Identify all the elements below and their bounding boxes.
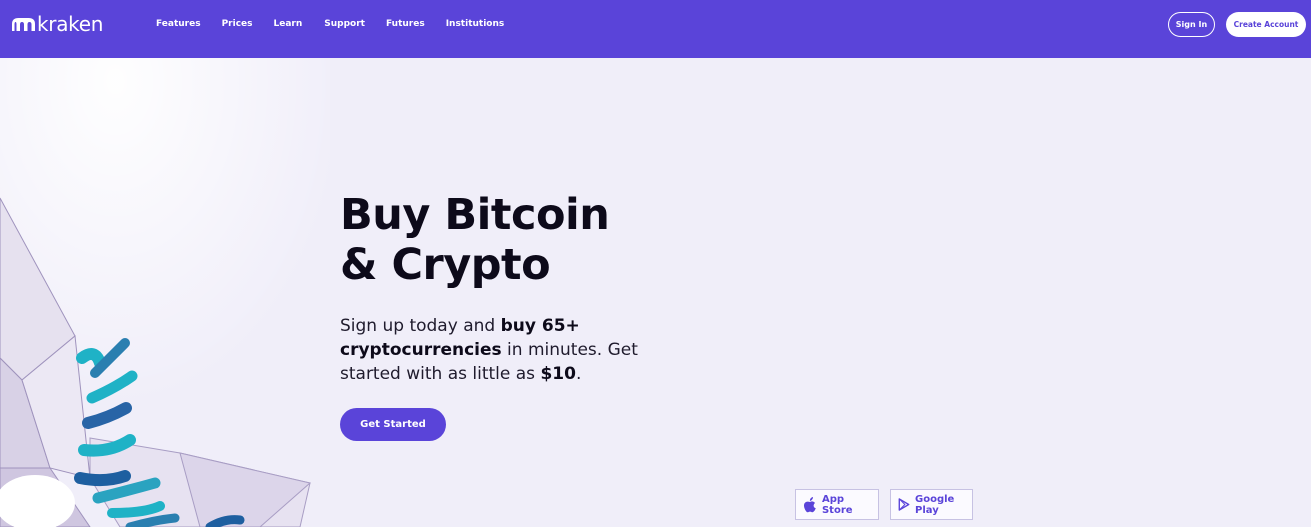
- google-play-button[interactable]: Google Play: [890, 489, 973, 520]
- nav-institutions[interactable]: Institutions: [446, 18, 505, 30]
- sub-text-1: Sign up today and: [340, 316, 501, 336]
- headline-line-1: Buy Bitcoin: [340, 190, 610, 240]
- hero-illustration: [0, 58, 330, 527]
- nav-features[interactable]: Features: [156, 18, 201, 30]
- apple-icon: [803, 497, 816, 513]
- kraken-logo[interactable]: kraken: [11, 13, 103, 35]
- nav-futures[interactable]: Futures: [386, 18, 425, 30]
- nav-support[interactable]: Support: [324, 18, 365, 30]
- create-account-button[interactable]: Create Account: [1226, 12, 1306, 37]
- sub-bold-2: $10: [540, 364, 576, 384]
- headline-line-2: & Crypto: [340, 240, 551, 290]
- get-started-button[interactable]: Get Started: [340, 408, 446, 441]
- kraken-mark-icon: [12, 18, 35, 31]
- main-nav: Features Prices Learn Support Futures In…: [156, 18, 504, 30]
- logo-text: kraken: [37, 12, 104, 36]
- nav-prices[interactable]: Prices: [222, 18, 253, 30]
- sub-text-3: .: [575, 364, 582, 384]
- nav-learn[interactable]: Learn: [274, 18, 303, 30]
- google-play-icon: [898, 498, 910, 511]
- app-store-button[interactable]: App Store: [795, 489, 879, 520]
- app-store-label: App Store: [821, 493, 853, 516]
- sign-in-button[interactable]: Sign In: [1168, 12, 1215, 37]
- google-play-label: Google Play: [915, 493, 955, 516]
- hero-headline: Buy Bitcoin & Crypto: [340, 190, 740, 290]
- hero-subtext: Sign up today and buy 65+ cryptocurrenci…: [340, 314, 640, 386]
- top-navbar: kraken Features Prices Learn Support Fut…: [0, 0, 1311, 58]
